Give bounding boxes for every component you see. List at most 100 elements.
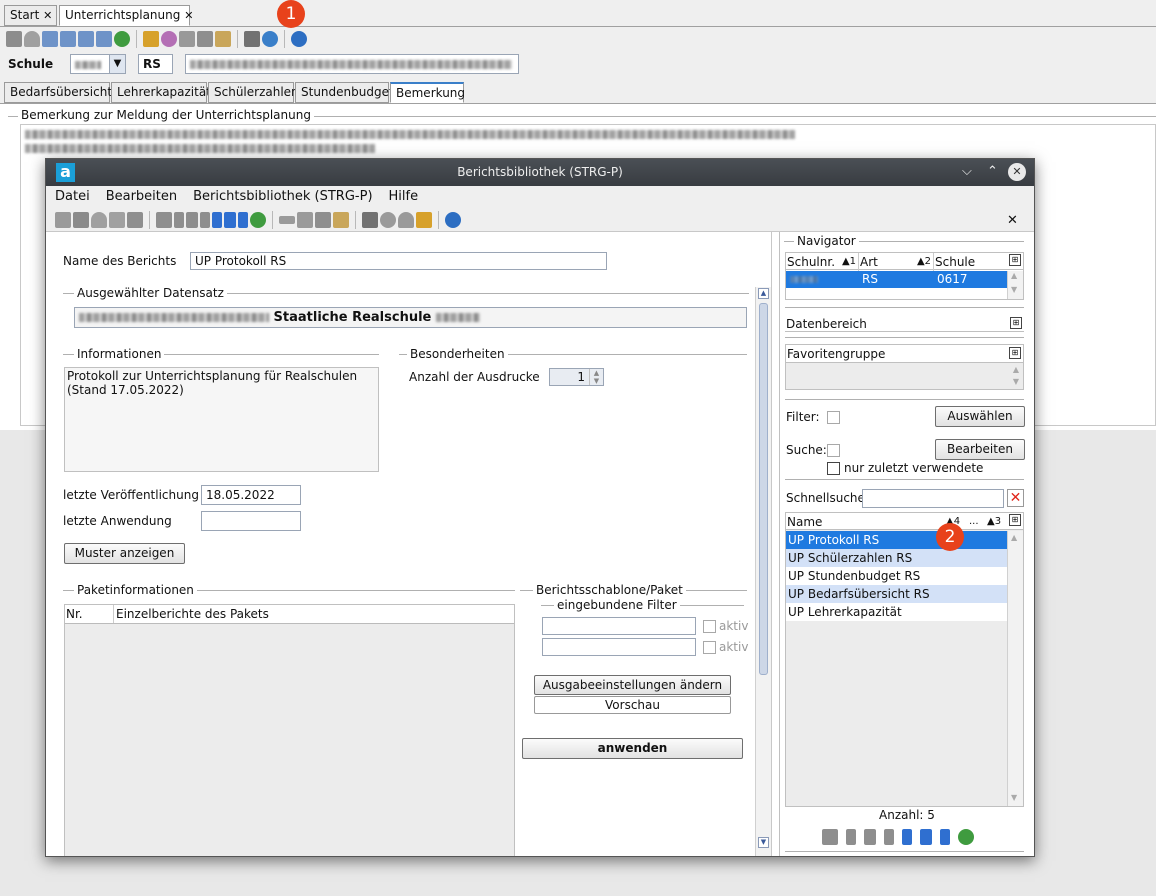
list-item[interactable]: UP Lehrerkapazität (786, 603, 1007, 621)
edit-button[interactable]: Bearbeiten (935, 439, 1025, 460)
school-type-field[interactable]: RS (138, 54, 173, 74)
delete-icon[interactable] (109, 212, 125, 228)
copy-icon[interactable] (315, 212, 331, 228)
minimize-icon[interactable]: ⌵ (962, 164, 972, 179)
paste-icon[interactable] (215, 31, 231, 47)
first-record-icon[interactable] (846, 829, 856, 845)
scroll-thumb[interactable] (759, 303, 768, 675)
scroll-up-icon[interactable]: ▲ (1011, 533, 1017, 542)
cut-icon[interactable] (297, 212, 313, 228)
list-item[interactable]: UP Bedarfsübersicht RS (786, 585, 1007, 603)
previous-page-icon[interactable] (186, 212, 198, 228)
save-icon[interactable] (6, 31, 22, 47)
tab-schuelerzahlen[interactable]: Schülerzahlen (208, 82, 299, 103)
pin-icon[interactable] (398, 212, 414, 228)
close-tab-icon[interactable]: ✕ (1007, 213, 1018, 228)
prints-spinner[interactable]: 1 ▲ ▼ (549, 368, 604, 386)
clear-search-icon[interactable]: ✕ (1007, 489, 1024, 507)
sort-asc-icon[interactable]: ▲3 (987, 513, 1005, 531)
previous-record-icon[interactable] (200, 212, 210, 228)
published-field[interactable]: 18.05.2022 (201, 485, 301, 505)
paste-icon[interactable] (333, 212, 349, 228)
eye-icon[interactable] (161, 31, 177, 47)
list-icon[interactable] (96, 31, 112, 47)
report-library-icon[interactable] (262, 31, 278, 47)
new-record-icon[interactable] (42, 31, 58, 47)
menu-hilfe[interactable]: Hilfe (389, 189, 419, 205)
refresh-icon[interactable] (114, 31, 130, 47)
left-panel-scrollbar[interactable]: ▲ ▼ (755, 287, 771, 856)
filter-1-active-checkbox[interactable] (703, 620, 716, 633)
menu-bearbeiten[interactable]: Bearbeiten (106, 189, 177, 205)
sample-button[interactable]: Muster anzeigen (64, 543, 185, 564)
column-chooser-icon[interactable]: ⊞ (1009, 514, 1021, 526)
col-reports[interactable]: Einzelberichte des Pakets (116, 605, 506, 623)
tab-start[interactable]: Start ✕ (4, 5, 57, 26)
scroll-up-icon[interactable]: ▲ (1013, 365, 1019, 374)
print-icon[interactable] (244, 31, 260, 47)
favorites-group[interactable]: Favoritengruppe ⊞ ▲ ▼ (785, 344, 1024, 390)
copy-icon[interactable] (197, 31, 213, 47)
tab-stundenbudget[interactable]: Stundenbudget (295, 82, 394, 103)
filter-2-active-checkbox[interactable] (703, 641, 716, 654)
tab-bedarfsuebersicht[interactable]: Bedarfsübersicht (4, 82, 112, 103)
eye-icon[interactable] (380, 212, 396, 228)
help-icon[interactable] (445, 212, 461, 228)
scroll-down-icon[interactable]: ▼ (1011, 285, 1017, 294)
tab-unterrichtsplanung[interactable]: Unterrichtsplanung ✕ (59, 5, 193, 26)
copy-record-icon[interactable] (60, 31, 76, 47)
report-list[interactable]: Name ▲4 ... ▲3 ⊞ UP Protokoll RS UP Schü… (785, 512, 1024, 807)
select-button[interactable]: Auswählen (935, 406, 1025, 427)
last-used-field[interactable] (201, 511, 301, 531)
paste-record-icon[interactable] (78, 31, 94, 47)
search-checkbox[interactable] (827, 444, 840, 457)
scroll-down-icon[interactable]: ▼ (1011, 793, 1017, 802)
next-record-icon[interactable] (212, 212, 222, 228)
recent-only-checkbox[interactable] (827, 462, 840, 475)
column-chooser-icon[interactable]: ⊞ (1009, 254, 1021, 266)
print-preview-icon[interactable] (127, 212, 143, 228)
previous-page-icon[interactable] (864, 829, 876, 845)
filter-1-field[interactable] (542, 617, 696, 635)
next-page-icon[interactable] (920, 829, 932, 845)
quicksearch-input[interactable] (862, 489, 1004, 508)
spinner-arrows-icon[interactable]: ▲ ▼ (589, 369, 603, 385)
scroll-down-icon[interactable]: ▼ (758, 837, 769, 848)
filter-checkbox[interactable] (827, 411, 840, 424)
save-icon[interactable] (73, 212, 89, 228)
back-icon[interactable] (279, 216, 295, 224)
list-item[interactable]: UP Protokoll RS (786, 531, 1007, 549)
refresh-icon[interactable] (958, 829, 974, 845)
school-name-field[interactable] (185, 54, 519, 74)
last-record-icon[interactable] (940, 829, 950, 845)
undo-icon[interactable] (24, 31, 40, 47)
broom-icon[interactable] (416, 212, 432, 228)
column-chooser-icon[interactable]: ⊞ (1009, 347, 1021, 359)
col-schule[interactable]: Schule (935, 253, 1005, 271)
tab-bemerkung[interactable]: Bemerkung (390, 82, 465, 103)
previous-record-icon[interactable] (884, 829, 894, 845)
first-record-icon[interactable] (174, 212, 184, 228)
navigator-scrollbar[interactable]: ▲ ▼ (1007, 271, 1023, 299)
menu-datei[interactable]: Datei (55, 189, 90, 205)
menu-berichtsbibliothek[interactable]: Berichtsbibliothek (STRG-P) (193, 189, 372, 205)
cut-icon[interactable] (179, 31, 195, 47)
folder-icon[interactable] (822, 829, 838, 845)
list-item[interactable]: UP Stundenbudget RS (786, 567, 1007, 585)
refresh-icon[interactable] (250, 212, 266, 228)
scroll-down-icon[interactable]: ▼ (1013, 377, 1019, 386)
list-item[interactable]: UP Schülerzahlen RS (786, 549, 1007, 567)
report-name-field[interactable]: UP Protokoll RS (190, 252, 607, 270)
help-icon[interactable] (291, 31, 307, 47)
apply-button[interactable]: anwenden (522, 738, 743, 759)
close-icon[interactable]: ✕ (1008, 163, 1026, 181)
last-record-icon[interactable] (238, 212, 248, 228)
broom-icon[interactable] (143, 31, 159, 47)
scroll-up-icon[interactable]: ▲ (1011, 271, 1017, 280)
next-record-icon[interactable] (902, 829, 912, 845)
col-schulnr[interactable]: Schulnr. ▲1 (787, 253, 859, 271)
undo-icon[interactable] (91, 212, 107, 228)
info-text-area[interactable]: Protokoll zur Unterrichtsplanung für Rea… (64, 367, 379, 472)
maximize-icon[interactable]: ⌃ (987, 164, 998, 179)
tab-lehrerkapazitaet[interactable]: Lehrerkapazität (111, 82, 211, 103)
